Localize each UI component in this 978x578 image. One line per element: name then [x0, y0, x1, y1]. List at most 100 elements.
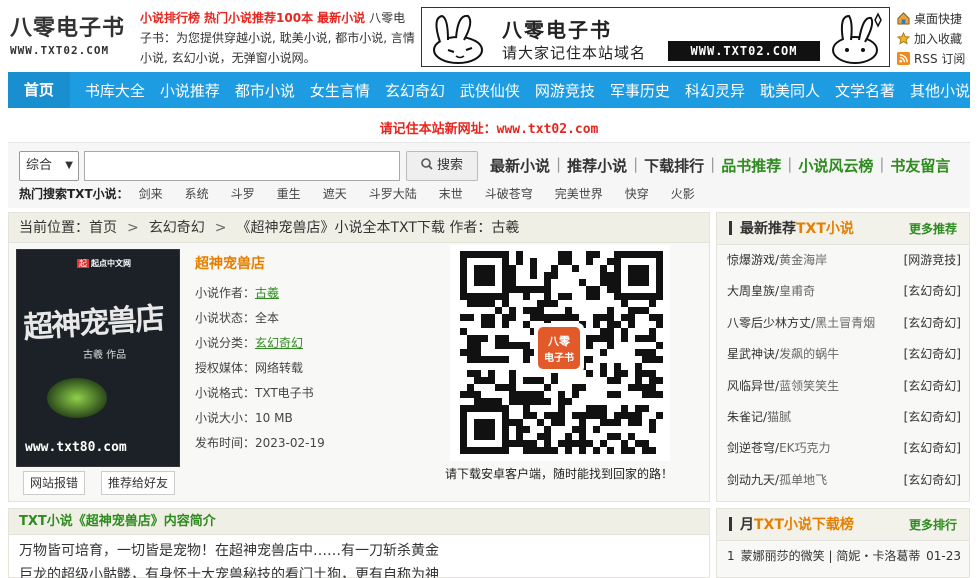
hot-keyword[interactable]: 遮天: [323, 185, 347, 203]
sidebar-header: 最新推荐TXT小说 更多推荐: [717, 213, 969, 245]
site-intro: 小说排行榜 热门小说推荐100本 最新小说 八零电子书：为您提供穿越小说, 耽美小说,…: [140, 8, 416, 68]
cover-title: 超神宠兽店: [22, 301, 165, 346]
search-input[interactable]: [84, 151, 400, 181]
author-link[interactable]: 古羲: [255, 286, 279, 300]
nav-item-other[interactable]: 其他小说: [910, 80, 970, 101]
hot-keyword[interactable]: 剑来: [139, 185, 163, 203]
nav-item-classics[interactable]: 文学名著: [835, 80, 895, 101]
sidebar-book-item[interactable]: 星武神诀/发飙的蜗牛 [玄幻奇幻]: [717, 339, 969, 370]
sidebar-book-item[interactable]: 八零后少林方丈/黑土冒青烟 [玄幻奇幻]: [717, 308, 969, 339]
intro-link-top100[interactable]: 热门小说推荐100本: [204, 11, 313, 25]
domain-banner[interactable]: 八零电子书 请大家记住本站域名 WWW.TXT02.COM: [421, 7, 890, 67]
book-title-link[interactable]: 惊爆游戏: [727, 253, 775, 267]
hot-keyword[interactable]: 完美世界: [555, 185, 603, 203]
link-recommended-novels[interactable]: 推荐小说: [567, 155, 627, 176]
book-author-link[interactable]: 猫腻: [767, 410, 791, 424]
book-author-link[interactable]: 蓝领笑笑生: [779, 379, 839, 393]
book-author-link[interactable]: EK巧克力: [779, 441, 830, 455]
cover-artwork: [47, 378, 107, 418]
nav-item-wuxia[interactable]: 武侠仙侠: [460, 80, 520, 101]
book-author-link[interactable]: 黄金海岸: [779, 253, 827, 267]
book-author-link[interactable]: 孤单地飞: [779, 473, 827, 487]
sidebar-book-item[interactable]: 惊爆游戏/黄金海岸 [网游竞技]: [717, 245, 969, 276]
app-qr-code[interactable]: 八零 电子书: [450, 245, 670, 461]
hot-keyword[interactable]: 火影: [671, 185, 695, 203]
book-title-link[interactable]: 星武神诀: [727, 347, 775, 361]
quick-add-favorite[interactable]: 加入收藏: [897, 28, 977, 48]
book-title-link[interactable]: 八零后少林方丈: [727, 316, 811, 330]
nav-item-games[interactable]: 网游竞技: [535, 80, 595, 101]
book-title-link[interactable]: 剑逆苍穹: [727, 441, 775, 455]
link-latest-novels[interactable]: 最新小说: [490, 155, 550, 176]
breadcrumb-category[interactable]: 玄幻奇幻: [149, 220, 205, 236]
book-author-link[interactable]: 皇甫奇: [779, 284, 815, 298]
separator: |: [556, 155, 562, 173]
nav-item-fantasy[interactable]: 玄幻奇幻: [385, 80, 445, 101]
hot-keyword[interactable]: 快穿: [625, 185, 649, 203]
nav-item-history[interactable]: 军事历史: [610, 80, 670, 101]
info-value: 10 MB: [255, 411, 293, 425]
sidebar-book-item[interactable]: 大周皇族/皇甫奇 [玄幻奇幻]: [717, 276, 969, 307]
sidebar-book-item[interactable]: 剑动九天/孤单地飞 [玄幻奇幻]: [717, 465, 969, 496]
info-status: 小说状态：全本: [195, 306, 325, 331]
hot-keyword[interactable]: 斗破苍穹: [485, 185, 533, 203]
recommend-friend-button[interactable]: 推荐给好友: [101, 471, 176, 495]
hot-keyword[interactable]: 末世: [439, 185, 463, 203]
book-title-link[interactable]: 朱雀记: [727, 410, 763, 424]
sidebar-book-item[interactable]: 风临异世/蓝领笑笑生 [玄幻奇幻]: [717, 371, 969, 402]
info-value: 2023-02-19: [255, 436, 325, 450]
nav-item-urban[interactable]: 都市小说: [235, 80, 295, 101]
header-bar: [729, 517, 732, 531]
link-download-ranking[interactable]: 下载排行: [644, 155, 704, 176]
link-guestbook[interactable]: 书友留言: [890, 155, 950, 176]
book-author-link[interactable]: 发飙的蜗牛: [779, 347, 839, 361]
book-entry: 八零后少林方丈/黑土冒青烟: [727, 315, 876, 330]
intro-link-latest[interactable]: 最新小说: [317, 11, 365, 25]
breadcrumb-home[interactable]: 首页: [89, 220, 117, 236]
info-value: 全本: [255, 311, 280, 325]
more-ranking-link[interactable]: 更多排行: [909, 509, 957, 541]
notice-text: 请记住本站新网址：: [379, 122, 497, 137]
breadcrumb: 当前位置：首页 > 玄幻奇幻 > 《超神宠兽店》小说全本TXT下载 作者：古羲: [9, 213, 709, 243]
hot-keyword[interactable]: 系统: [185, 185, 209, 203]
hot-keyword[interactable]: 斗罗: [231, 185, 255, 203]
quick-label: RSS 订阅: [914, 51, 966, 66]
nav-item-scifi[interactable]: 科幻灵异: [685, 80, 745, 101]
search-button[interactable]: 搜索: [406, 151, 478, 181]
nav-item-fanfic[interactable]: 耽美同人: [760, 80, 820, 101]
qr-logo-text: 八零: [547, 335, 571, 348]
rank-number: 1: [727, 549, 735, 563]
book-title: 超神宠兽店: [195, 256, 265, 272]
category-link[interactable]: 玄幻奇幻: [255, 336, 303, 350]
nav-item-romance[interactable]: 女生言情: [310, 80, 370, 101]
hot-keyword[interactable]: 斗罗大陆: [369, 185, 417, 203]
ranking-item[interactable]: 1 蒙娜丽莎的微笑 | 简妮・卡洛葛蒂 01-23: [717, 541, 969, 571]
nav-item-library[interactable]: 书库大全: [85, 80, 145, 101]
search-type-select[interactable]: 综合 ▼: [19, 151, 79, 181]
book-category: [玄幻奇幻]: [903, 378, 961, 393]
hot-keyword[interactable]: 重生: [277, 185, 301, 203]
sidebar-book-item[interactable]: 朱雀记/猫腻 [玄幻奇幻]: [717, 402, 969, 433]
rank-sep: |: [824, 549, 837, 563]
site-logo[interactable]: 八零电子书 WWW.TXT02.COM: [10, 14, 132, 57]
quick-desktop-shortcut[interactable]: 桌面快捷: [897, 8, 977, 28]
banner-title: 八零电子书: [502, 18, 612, 42]
book-title-link[interactable]: 大周皇族: [727, 284, 775, 298]
link-novel-charts[interactable]: 小说风云榜: [798, 155, 873, 176]
notice-url[interactable]: www.txt02.com: [497, 122, 599, 137]
separator: |: [787, 155, 793, 173]
nav-home[interactable]: 首页: [8, 72, 70, 108]
nav-item-recommend[interactable]: 小说推荐: [160, 80, 220, 101]
book-title-link[interactable]: 风临异世: [727, 379, 775, 393]
separator: |: [633, 155, 639, 173]
book-author-link[interactable]: 黑土冒青烟: [815, 316, 875, 330]
sidebar-book-item[interactable]: 剑逆苍穹/EK巧克力 [玄幻奇幻]: [717, 433, 969, 464]
intro-link-ranking[interactable]: 小说排行榜: [140, 11, 200, 25]
more-recommend-link[interactable]: 更多推荐: [909, 213, 957, 245]
info-value: TXT电子书: [255, 386, 314, 400]
book-title-link[interactable]: 剑动九天: [727, 473, 775, 487]
report-error-button[interactable]: 网站报错: [23, 471, 86, 495]
link-book-picks[interactable]: 品书推荐: [721, 155, 781, 176]
quick-rss[interactable]: RSS 订阅: [897, 48, 977, 68]
book-cover[interactable]: 起起点中文网 超神宠兽店 古羲 作品 www.txt80.com: [16, 249, 180, 467]
